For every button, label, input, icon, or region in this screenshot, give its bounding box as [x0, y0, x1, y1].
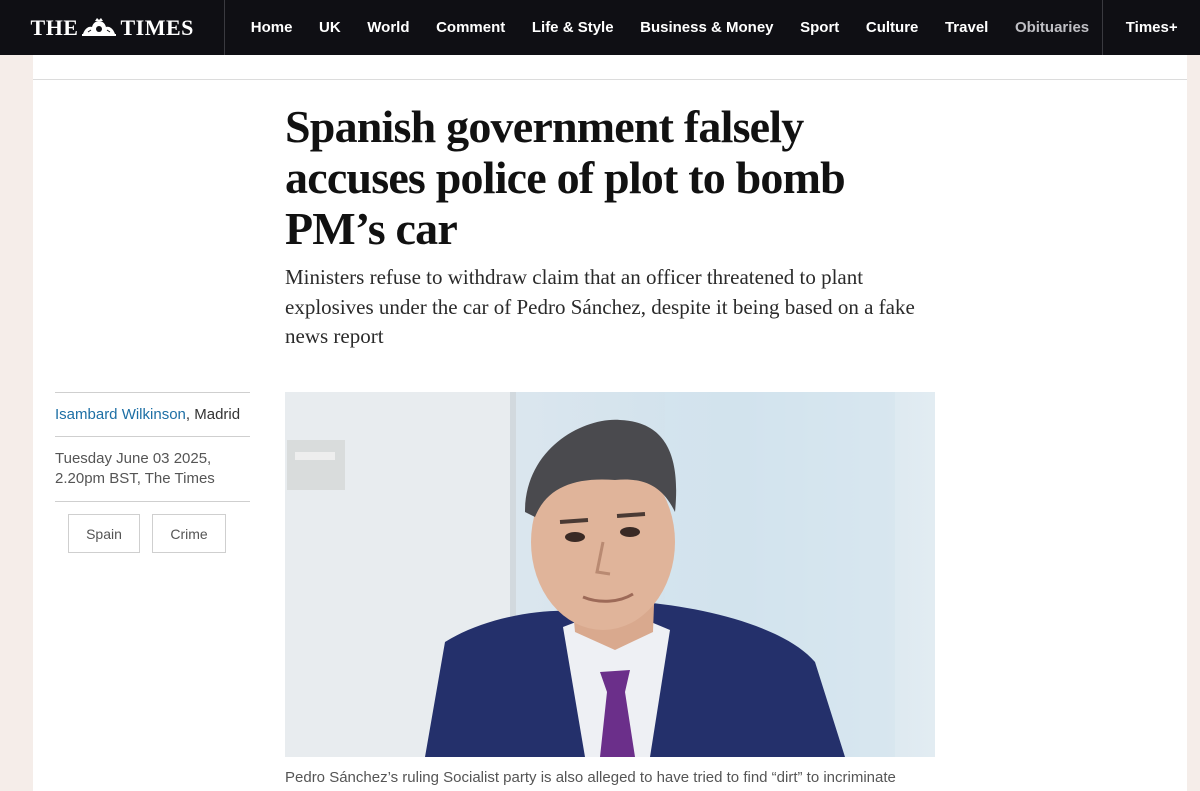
nav-item-sport[interactable]: Sport: [787, 19, 853, 36]
nav-item-home[interactable]: Home: [237, 19, 305, 36]
the-times-logo[interactable]: THE TIMES: [0, 0, 226, 55]
top-navigation-bar: THE TIMES Home UK World Comment Life & S…: [0, 0, 1200, 55]
tag-crime[interactable]: Crime: [152, 514, 226, 553]
nav-item-culture[interactable]: Culture: [853, 19, 932, 36]
portrait-photo: [285, 392, 935, 757]
byline-column: Isambard Wilkinson, Madrid Tuesday June …: [55, 392, 250, 553]
article-headline: Spanish government falsely accuses polic…: [285, 101, 846, 254]
nav-item-uk[interactable]: UK: [306, 19, 354, 36]
article-photo[interactable]: [285, 392, 935, 757]
nav-item-business-money[interactable]: Business & Money: [627, 19, 787, 36]
logo-text-times: TIMES: [120, 14, 194, 40]
section-nav: Home UK World Comment Life & Style Busin…: [225, 0, 1102, 55]
article-dateline: Tuesday June 03 2025, 2.20pm BST, The Ti…: [55, 450, 215, 487]
byline-location: , Madrid: [185, 406, 241, 423]
photo-caption: Pedro Sánchez’s ruling Socialist party i…: [285, 769, 896, 786]
article-standfirst: Ministers refuse to withdraw claim that …: [285, 265, 915, 348]
byline: Isambard Wilkinson, Madrid: [55, 393, 250, 436]
tag-spain[interactable]: Spain: [68, 514, 140, 553]
top-divider: [33, 79, 1187, 80]
nav-item-world[interactable]: World: [354, 19, 423, 36]
nav-item-obituaries[interactable]: Obituaries: [1002, 19, 1103, 36]
article-page: Spanish government falsely accuses polic…: [33, 55, 1187, 791]
nav-item-travel[interactable]: Travel: [932, 19, 1002, 36]
times-plus-link[interactable]: Times+: [1102, 0, 1200, 55]
logo-text-the: THE: [30, 14, 79, 40]
topic-tags: Spain Crime: [55, 502, 250, 553]
author-link[interactable]: Isambard Wilkinson: [55, 406, 186, 423]
nav-item-life-style[interactable]: Life & Style: [519, 19, 627, 36]
nav-item-comment[interactable]: Comment: [423, 19, 519, 36]
royal-crest-icon: [82, 17, 117, 36]
